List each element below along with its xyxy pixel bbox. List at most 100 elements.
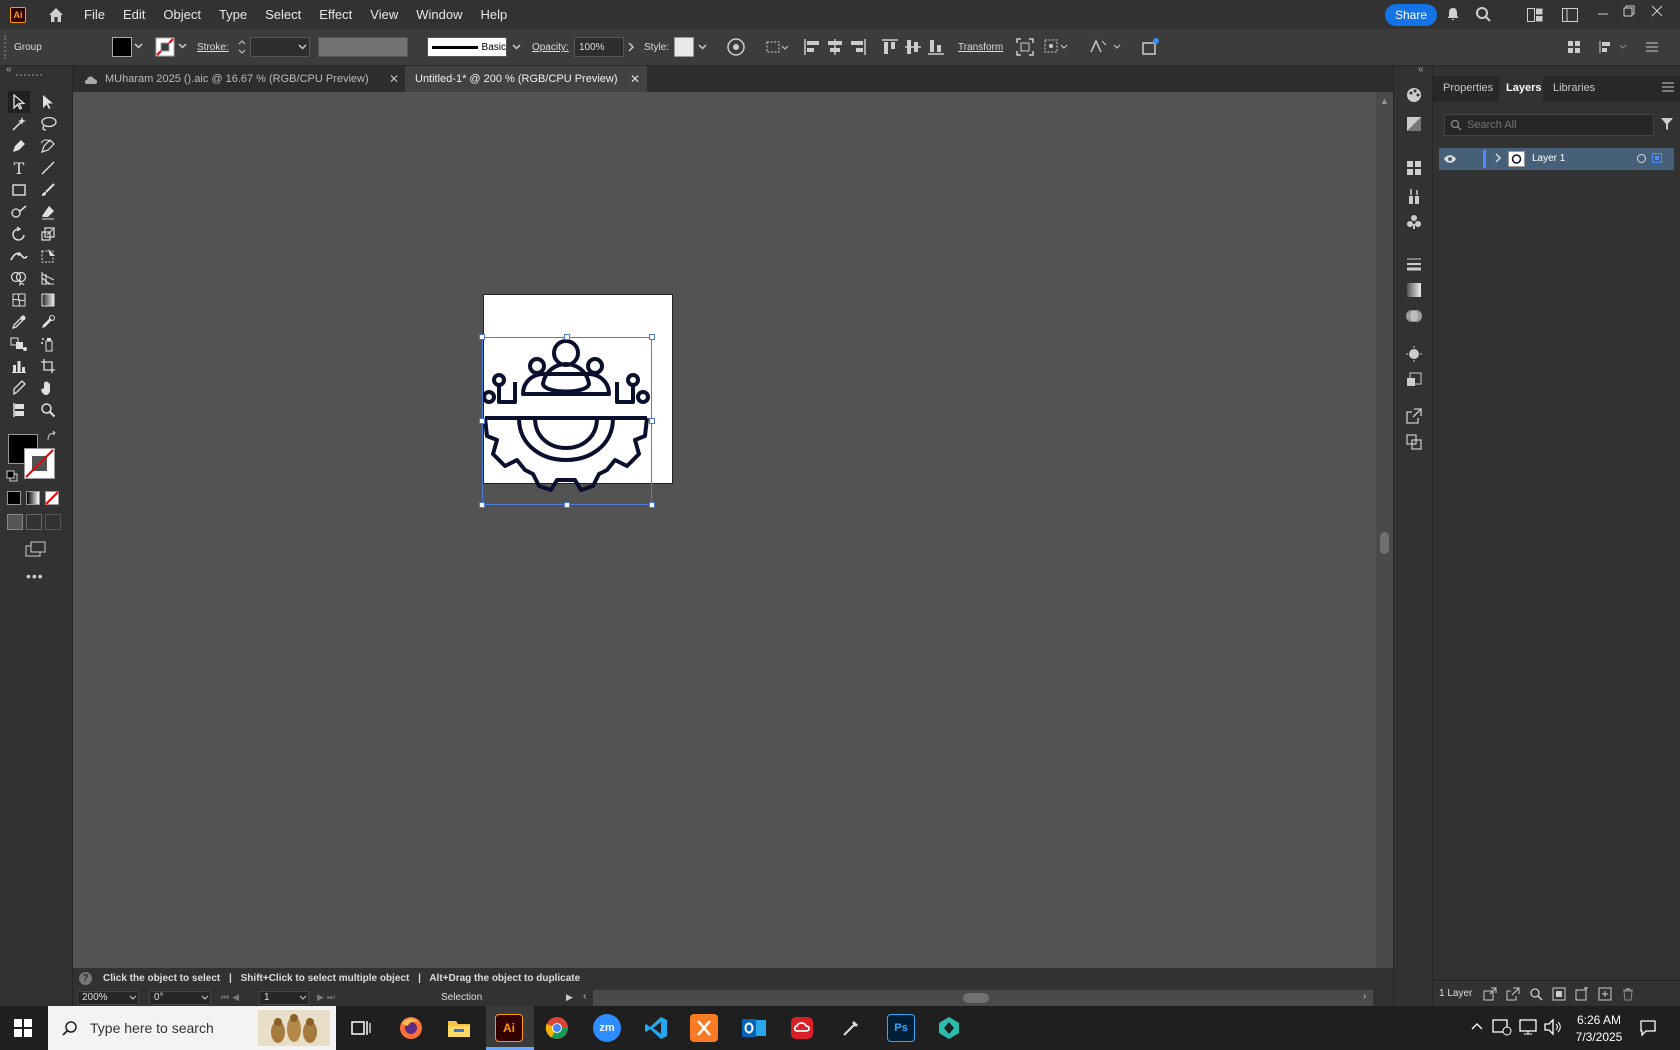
stroke-weight-stepper-icon[interactable] (237, 38, 247, 56)
blend-tool-icon[interactable] (8, 333, 30, 355)
column-graph-tool-icon[interactable] (8, 355, 30, 377)
pen-tool-icon[interactable] (837, 1014, 865, 1042)
chrome-icon[interactable] (543, 1014, 571, 1042)
transform-link[interactable]: Transform (958, 42, 1003, 53)
measure-tool-icon[interactable] (37, 311, 59, 333)
draw-inside-icon[interactable] (45, 514, 61, 530)
scale-tool-icon[interactable] (37, 223, 59, 245)
menu-file[interactable]: File (84, 7, 105, 22)
tab-libraries[interactable]: Libraries (1553, 82, 1595, 94)
make-clipping-mask-icon[interactable] (1552, 987, 1566, 1001)
opacity-label[interactable]: Opacity: (532, 42, 569, 53)
magic-wand-tool-icon[interactable] (8, 113, 30, 135)
photoshop-icon[interactable]: Ps (887, 1014, 915, 1042)
align-right-icon[interactable] (848, 37, 868, 57)
color-panel-icon[interactable] (1404, 85, 1424, 105)
status-menu-arrow-icon[interactable]: ▶ (566, 992, 573, 1003)
selection-tool-icon[interactable] (8, 91, 30, 113)
tab-muharam-2025[interactable]: MUharam 2025 ().aic @ 16.67 % (RGB/CPU P… (73, 66, 405, 92)
selection-indicator[interactable] (1652, 153, 1662, 163)
default-fill-stroke-icon[interactable] (6, 470, 18, 482)
layer-name[interactable]: Layer 1 (1532, 153, 1565, 164)
symbol-sprayer-tool-icon[interactable] (37, 333, 59, 355)
recolor-artwork-icon[interactable] (726, 37, 746, 57)
style-chevron-icon[interactable] (698, 44, 707, 50)
color-guide-icon[interactable] (1404, 114, 1424, 134)
expand-layer-chevron-icon[interactable] (1494, 153, 1502, 163)
brush-definition-select[interactable]: Basic (427, 37, 507, 57)
gradient-tool-icon[interactable] (37, 289, 59, 311)
brush-chevron-icon[interactable] (512, 44, 521, 50)
artboard-nav-first-prev-icon[interactable]: ⏮◀ (221, 992, 242, 1003)
home-icon[interactable] (46, 5, 66, 25)
bell-icon[interactable] (1445, 6, 1461, 22)
align-top-icon[interactable] (880, 37, 900, 57)
menu-view[interactable]: View (370, 7, 398, 22)
filter-icon[interactable] (1660, 117, 1674, 131)
zoom-icon[interactable]: zm (593, 1014, 621, 1042)
screen-mode-icon[interactable] (25, 541, 47, 557)
collapse-panel-icon[interactable]: « (6, 64, 12, 75)
symbols-icon[interactable] (1404, 212, 1424, 232)
new-sublayer-icon[interactable] (1575, 987, 1589, 1001)
align-left-icon[interactable] (802, 37, 822, 57)
align-horizontal-center-icon[interactable] (825, 37, 845, 57)
horizontal-scroll-thumb[interactable] (963, 993, 989, 1003)
scroll-left-icon[interactable]: ‹ (583, 991, 586, 1002)
draw-normal-icon[interactable] (7, 514, 23, 530)
handle-top-middle[interactable] (564, 334, 570, 340)
panel-options-icon[interactable] (1567, 40, 1581, 54)
volume-icon[interactable] (1543, 1018, 1563, 1036)
handle-bottom-left[interactable] (479, 502, 485, 508)
scroll-up-icon[interactable]: ▲ (1380, 96, 1389, 106)
appearance-icon[interactable] (1404, 344, 1424, 364)
workspace-icon[interactable] (1562, 8, 1578, 22)
stroke-label[interactable]: Stroke: (197, 42, 229, 53)
rotation-chevron-icon[interactable] (201, 995, 209, 1000)
layers-search-input[interactable] (1467, 119, 1647, 131)
swatches-icon[interactable] (1404, 158, 1424, 178)
variable-width-profile-select[interactable] (318, 37, 408, 57)
rectangle-tool-icon[interactable] (8, 179, 30, 201)
stroke-panel-icon[interactable] (1404, 254, 1424, 274)
menu-effect[interactable]: Effect (319, 7, 352, 22)
show-hidden-icons-chevron-icon[interactable] (1471, 1021, 1483, 1031)
isolate-group-icon[interactable] (1015, 37, 1035, 57)
task-view-icon[interactable] (351, 1019, 371, 1037)
search-icon[interactable] (1475, 6, 1492, 23)
shaper-tool-icon[interactable] (8, 201, 30, 223)
delete-layer-icon[interactable] (1621, 987, 1635, 1001)
close-tab-icon[interactable]: ✕ (630, 72, 640, 86)
scroll-right-icon[interactable]: › (1363, 991, 1366, 1002)
target-circle-icon[interactable] (1637, 154, 1646, 163)
handle-middle-left[interactable] (479, 418, 485, 424)
draw-behind-icon[interactable] (26, 514, 42, 530)
xampp-icon[interactable] (690, 1014, 718, 1042)
close-window-icon[interactable] (1651, 5, 1663, 17)
artboard-tool-icon[interactable] (37, 355, 59, 377)
slice-tool-icon[interactable] (8, 377, 30, 399)
line-segment-tool-icon[interactable] (37, 157, 59, 179)
align-to-selection-icon[interactable] (764, 38, 788, 56)
arrange-documents-icon[interactable] (1527, 8, 1543, 22)
paintbrush-tool-icon[interactable] (37, 179, 59, 201)
zoom-chevron-icon[interactable] (129, 995, 137, 1000)
tab-properties[interactable]: Properties (1443, 82, 1493, 94)
new-layer-icon[interactable] (1598, 987, 1612, 1001)
handle-middle-right[interactable] (649, 418, 655, 424)
vertical-scroll-thumb[interactable] (1380, 532, 1389, 554)
eraser-tool-icon[interactable] (37, 201, 59, 223)
artboard-nav-next-last-icon[interactable]: ▶⏭ (317, 992, 338, 1003)
direct-selection-tool-icon[interactable] (37, 91, 59, 113)
perspective-grid-tool-icon[interactable] (37, 267, 59, 289)
brushes-icon[interactable] (1404, 186, 1424, 206)
menu-help[interactable]: Help (480, 7, 507, 22)
illustrator-icon[interactable]: Ai (495, 1014, 523, 1042)
menu-type[interactable]: Type (219, 7, 247, 22)
visibility-eye-icon[interactable] (1443, 153, 1457, 165)
flag-tool-icon[interactable] (8, 399, 30, 421)
swap-fill-stroke-icon[interactable] (46, 431, 58, 443)
fill-swatch[interactable] (112, 37, 132, 57)
export-layer-icon[interactable] (1506, 987, 1520, 1001)
arrange-icon[interactable] (1088, 37, 1122, 57)
